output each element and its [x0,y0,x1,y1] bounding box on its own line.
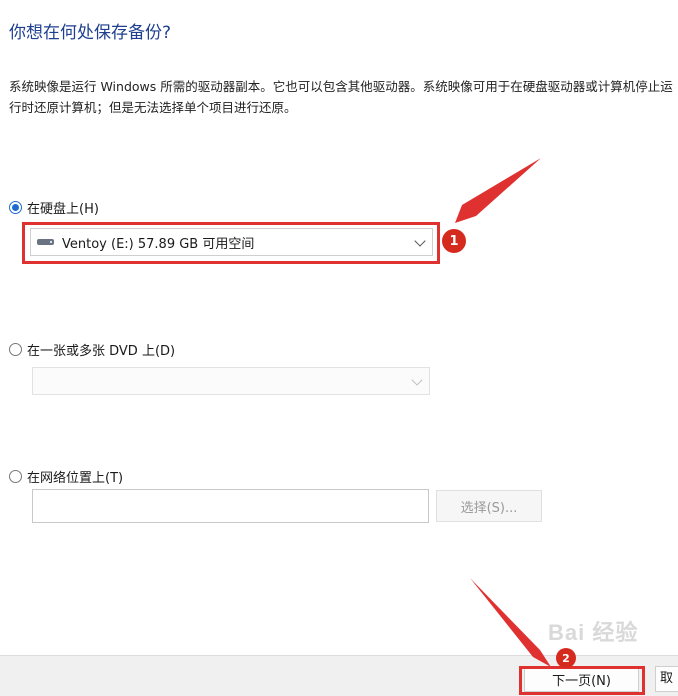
arrow-1-icon [455,158,541,223]
annotation-arrows [455,158,551,667]
step-badge-2: 2 [556,648,576,668]
arrow-2-icon [470,578,551,667]
step-badge-1: 1 [442,229,466,253]
